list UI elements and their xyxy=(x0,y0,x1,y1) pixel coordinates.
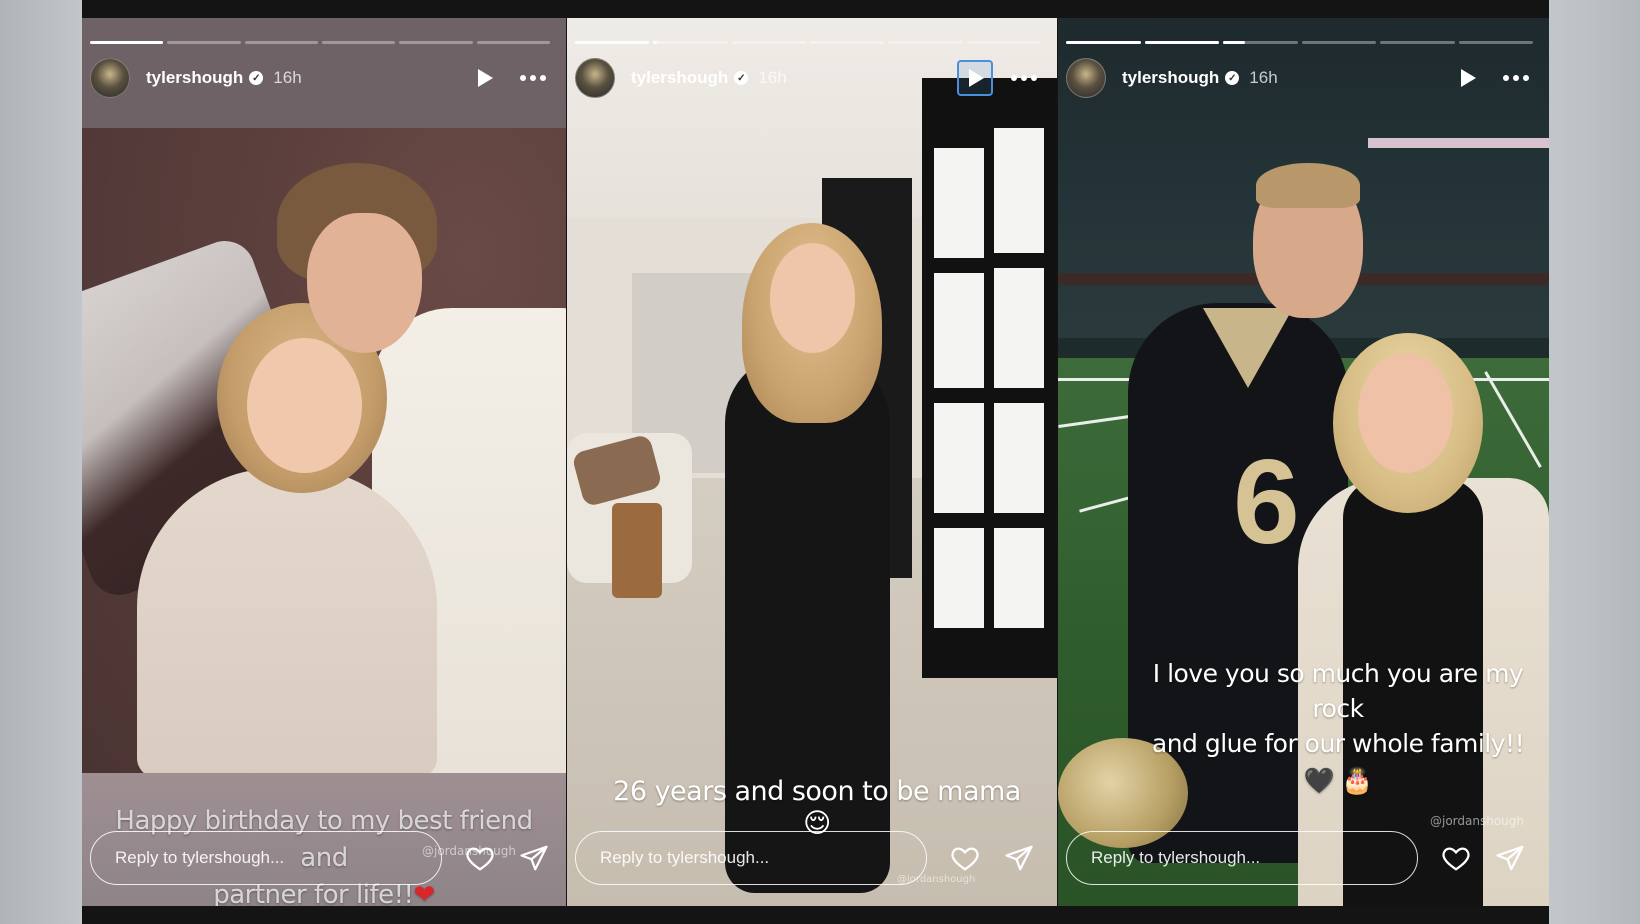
progress-segment xyxy=(966,41,1041,44)
post-time: 16h xyxy=(1249,68,1278,87)
verified-badge-icon: ✓ xyxy=(249,71,264,85)
reply-placeholder: Reply to tylershough... xyxy=(600,848,770,867)
avatar[interactable] xyxy=(575,58,615,98)
progress-segment xyxy=(731,41,806,44)
progress-segment xyxy=(809,41,885,44)
share-button[interactable] xyxy=(1003,842,1035,874)
story-card-3[interactable]: 6 tylershough ✓ 16h I love you so much y… xyxy=(1058,18,1549,906)
play-icon xyxy=(969,69,984,87)
story-header: tylershough ✓ 16h xyxy=(575,58,1041,98)
progress-segment xyxy=(1144,41,1219,44)
progress-segment xyxy=(476,41,550,44)
username[interactable]: tylershough xyxy=(146,68,243,88)
more-options-button[interactable] xyxy=(1499,60,1533,96)
story-card-2[interactable]: tylershough ✓ 16h 26 years and soon to b… xyxy=(567,18,1057,906)
progress-segment xyxy=(888,41,963,44)
send-icon xyxy=(520,845,548,871)
story-card-1[interactable]: tylershough ✓ 16h Happy birthday to my b… xyxy=(82,18,566,906)
progress-segment xyxy=(167,41,241,44)
progress-segment xyxy=(1223,41,1298,44)
play-icon xyxy=(1461,69,1476,87)
story-header: tylershough ✓ 16h xyxy=(90,58,550,98)
progress-segment xyxy=(1066,41,1141,44)
story-progress-bar xyxy=(1066,41,1533,44)
progress-segment xyxy=(321,41,396,44)
progress-segment xyxy=(244,41,318,44)
verified-badge-icon: ✓ xyxy=(734,71,749,85)
story-photo xyxy=(82,18,566,906)
story-footer: Reply to tylershough... xyxy=(575,830,1041,886)
like-button[interactable] xyxy=(949,842,981,874)
reply-input[interactable]: Reply to tylershough... xyxy=(575,831,927,885)
progress-segment xyxy=(1301,41,1376,44)
like-button[interactable] xyxy=(1440,842,1472,874)
avatar[interactable] xyxy=(90,58,130,98)
story-footer: Reply to tylershough... xyxy=(90,830,550,886)
black-heart-cake-emoji: 🖤 🎂 xyxy=(1303,765,1373,795)
post-time: 16h xyxy=(758,68,787,87)
verified-badge-icon: ✓ xyxy=(1225,71,1240,85)
story-progress-bar xyxy=(90,41,550,44)
play-button[interactable] xyxy=(957,60,993,96)
caption-line: I love you so much you are my rock xyxy=(1152,659,1524,723)
story-header: tylershough ✓ 16h xyxy=(1066,58,1533,98)
progress-segment xyxy=(653,41,728,44)
post-time: 16h xyxy=(273,68,302,87)
heart-icon xyxy=(466,847,494,871)
story-progress-bar xyxy=(575,41,1041,44)
more-options-button[interactable] xyxy=(1007,60,1041,96)
caption-line: and glue for our whole family!! xyxy=(1151,729,1525,758)
progress-segment xyxy=(1458,41,1533,44)
reply-placeholder: Reply to tylershough... xyxy=(115,848,285,867)
progress-segment xyxy=(90,41,164,44)
share-button[interactable] xyxy=(518,842,550,874)
story-photo xyxy=(567,18,1057,906)
caption-line: 26 years and soon to be mama xyxy=(613,776,1021,807)
reply-input[interactable]: Reply to tylershough... xyxy=(90,831,442,885)
share-button[interactable] xyxy=(1494,842,1526,874)
username[interactable]: tylershough xyxy=(1122,68,1219,88)
progress-segment xyxy=(399,41,473,44)
send-icon xyxy=(1496,845,1524,871)
progress-segment xyxy=(1380,41,1455,44)
reply-input[interactable]: Reply to tylershough... xyxy=(1066,831,1418,885)
progress-segment xyxy=(575,41,650,44)
heart-icon xyxy=(951,847,979,871)
more-options-button[interactable] xyxy=(516,60,550,96)
username[interactable]: tylershough xyxy=(631,68,728,88)
story-footer: Reply to tylershough... xyxy=(1066,830,1533,886)
play-icon xyxy=(478,69,493,87)
play-button[interactable] xyxy=(466,60,502,96)
play-button[interactable] xyxy=(1449,60,1485,96)
mention-tag[interactable]: @jordanshough xyxy=(1430,814,1524,828)
reply-placeholder: Reply to tylershough... xyxy=(1091,848,1261,867)
send-icon xyxy=(1005,845,1033,871)
story-caption: I love you so much you are my rock and g… xyxy=(1148,656,1528,798)
heart-icon xyxy=(1442,847,1470,871)
avatar[interactable] xyxy=(1066,58,1106,98)
like-button[interactable] xyxy=(464,842,496,874)
story-viewer: tylershough ✓ 16h Happy birthday to my b… xyxy=(82,0,1549,924)
